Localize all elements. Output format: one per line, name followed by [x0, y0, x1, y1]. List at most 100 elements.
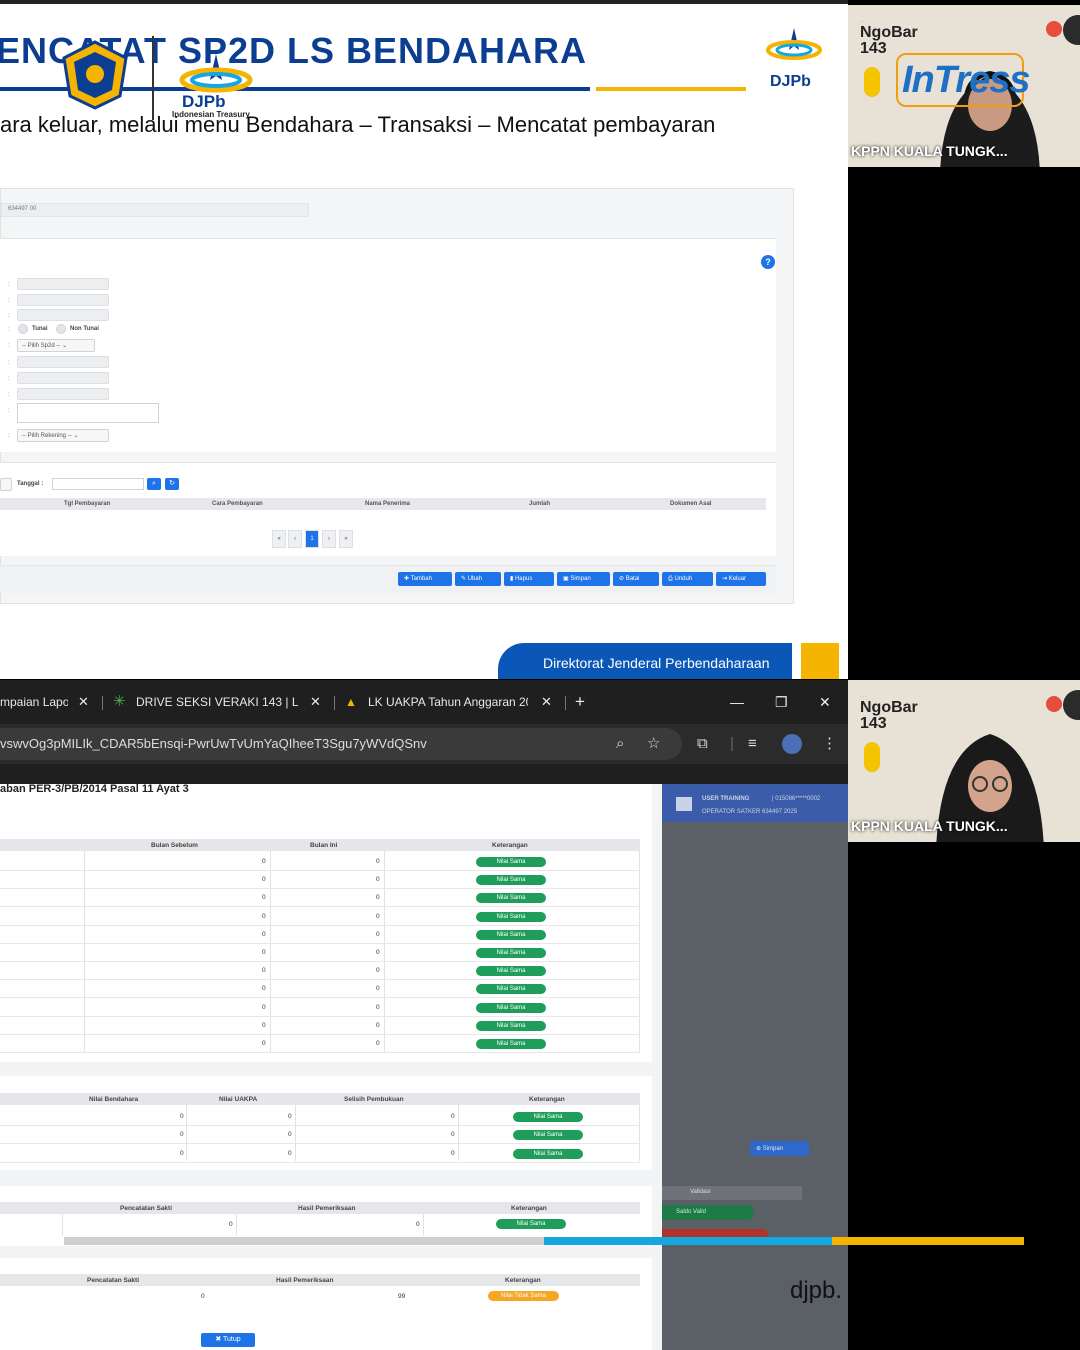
col-nilai-bendahara: Nilai Bendahara	[89, 1096, 139, 1103]
profile-avatar[interactable]	[782, 734, 802, 754]
table-cell: 0	[262, 876, 266, 884]
new-tab-button[interactable]: +	[575, 688, 585, 716]
filter-select[interactable]	[0, 478, 12, 491]
restore-icon[interactable]: ❐	[775, 688, 788, 716]
slide-subtitle: ara keluar, melalui menu Bendahara – Tra…	[0, 112, 716, 137]
table-cell: 0	[376, 858, 380, 865]
status-badge: Nilai Sama	[476, 929, 546, 940]
table-cell: 0	[262, 985, 266, 993]
table-cell: 0	[451, 1131, 455, 1139]
footer-accent	[801, 643, 839, 679]
minimize-icon[interactable]: —	[730, 688, 744, 716]
table-cell: 99	[398, 1293, 406, 1300]
batal-button[interactable]: ⊘ Batal	[613, 572, 659, 586]
form-field[interactable]	[17, 372, 109, 384]
table-cell: 0	[262, 858, 266, 865]
form-field[interactable]	[17, 388, 109, 400]
pager-page-1[interactable]: 1	[305, 530, 319, 548]
media-control-icon[interactable]: ≡	[748, 734, 757, 754]
date-input[interactable]	[52, 478, 144, 490]
participant-name: KPPN KUALA TUNGK...	[851, 818, 1008, 834]
overlay-bar-cyan	[544, 1237, 832, 1245]
status-badge: Nilai Sama	[476, 1002, 546, 1013]
horizontal-scrollbar[interactable]	[64, 1237, 544, 1245]
col-jumlah: Jumlah	[529, 501, 551, 507]
table-cell: 0	[451, 1113, 455, 1120]
col-keterangan: Keterangan	[511, 1205, 547, 1212]
djpb-corner-logo-icon	[766, 28, 822, 60]
status-badge: Nilai Sama	[513, 1112, 583, 1122]
panel-mutasi	[0, 784, 652, 1062]
col-hasil-pemeriksaan: Hasil Pemeriksaan	[276, 1277, 334, 1284]
table-cell: 0	[229, 1221, 233, 1228]
tambah-button[interactable]: ✚ Tambah	[398, 572, 452, 586]
close-window-icon[interactable]: ✕	[819, 688, 831, 716]
extensions-icon[interactable]: ⧉	[697, 734, 708, 754]
browser-tab[interactable]: mpaian Lapor	[0, 688, 68, 716]
table-cell: 0	[376, 967, 380, 975]
table-cell: 0	[376, 894, 380, 902]
search-button[interactable]: ⌕	[147, 478, 161, 490]
radio-tunai-label: Tunai	[32, 326, 48, 332]
table-row-divider	[0, 924, 640, 926]
sp2d-select[interactable]: -- Pilih Sp2d -- ⌄	[17, 339, 95, 352]
url-input[interactable]: vswvOg3pMILIk_CDAR5bEnsqi-PwrUwTvUmYaQIh…	[0, 728, 682, 760]
col-pencatatan-sakti: Pencatatan Sakti	[120, 1205, 173, 1212]
status-badge: Nilai Sama	[476, 966, 546, 977]
form-field[interactable]	[17, 309, 109, 321]
table-row-divider	[0, 961, 640, 962]
refresh-button[interactable]: ↻	[165, 478, 179, 490]
unduh-button[interactable]: ⎙ Unduh	[662, 572, 713, 586]
close-tab-icon[interactable]: ✕	[541, 688, 552, 716]
pager-last[interactable]: »	[339, 530, 353, 548]
ubah-button[interactable]: ✎ Ubah	[455, 572, 501, 586]
rekening-select[interactable]: -- Pilih Rekening -- ⌄	[17, 429, 109, 442]
intress-logo: InTress	[896, 53, 1030, 107]
table-cell: 0	[180, 1131, 184, 1139]
col-selisih-pembukuan: Selisih Pembukuan	[344, 1096, 404, 1103]
col-keterangan: Keterangan	[529, 1096, 565, 1103]
participant-video-tile[interactable]: · · · NgoBar 143 KPPN KUALA TUNGK...	[848, 680, 1080, 842]
bookmark-star-icon[interactable]: ☆	[647, 734, 660, 754]
status-badge: Nilai Sama	[513, 1130, 583, 1141]
keluar-button[interactable]: ⇥ Keluar	[716, 572, 766, 586]
table-row-divider	[0, 870, 640, 871]
browser-tab[interactable]: DRIVE SEKSI VERAKI 143 | Linkt	[136, 688, 298, 716]
zoom-icon[interactable]: ⌕	[616, 734, 624, 754]
participant-video-tile[interactable]: · · · NgoBar 143 InTress KPPN KUALA TUNGK…	[848, 5, 1080, 167]
status-badge: Nilai Sama	[476, 911, 546, 922]
form-field[interactable]	[17, 356, 109, 368]
table-cell: 0	[262, 949, 266, 956]
col-nama-penerima: Nama Penerima	[365, 501, 411, 507]
browser-tab-active[interactable]: LK UAKPA Tahun Anggaran 202	[368, 688, 528, 716]
tutup-button[interactable]: ✖ Tutup	[201, 1333, 255, 1347]
pager-prev[interactable]: ‹	[288, 530, 302, 548]
pager-next[interactable]: ›	[322, 530, 336, 548]
status-badge: Nilai Sama	[476, 948, 546, 958]
pager-first[interactable]: «	[272, 530, 286, 548]
table-row-divider	[0, 906, 640, 908]
table-cell: 0	[180, 1113, 184, 1120]
help-icon[interactable]: ?	[761, 255, 775, 269]
operator-label: OPERATOR SATKER 634497 2025	[702, 809, 798, 815]
status-badge: Nilai Sama	[476, 1020, 546, 1031]
close-tab-icon[interactable]: ✕	[78, 688, 89, 716]
close-tab-icon[interactable]: ✕	[310, 688, 321, 716]
menu-kebab-icon[interactable]: ⋮	[822, 734, 837, 754]
simpan-button[interactable]: ▣ Simpan	[557, 572, 610, 586]
radio-tunai[interactable]	[18, 324, 28, 334]
form-field[interactable]	[17, 294, 109, 306]
hapus-button[interactable]: ▮ Hapus	[504, 572, 554, 586]
overlay-bar-yellow	[832, 1237, 1024, 1245]
radio-non-tunai[interactable]	[56, 324, 66, 334]
table-cell: 0	[288, 1131, 292, 1139]
panel-pemeriksaan-2	[0, 1258, 652, 1350]
participant-name: KPPN KUALA TUNGK...	[851, 143, 1008, 159]
form-field[interactable]	[17, 278, 109, 290]
keterangan-textarea[interactable]	[17, 403, 159, 423]
table-cell: 0	[288, 1113, 292, 1120]
status-badge: Nilai Sama	[476, 875, 546, 886]
col-dokumen-asal: Dokumen Asal	[670, 501, 712, 507]
table-cell: 0	[376, 1021, 380, 1029]
user-id: | 015086*****0002	[772, 796, 821, 802]
